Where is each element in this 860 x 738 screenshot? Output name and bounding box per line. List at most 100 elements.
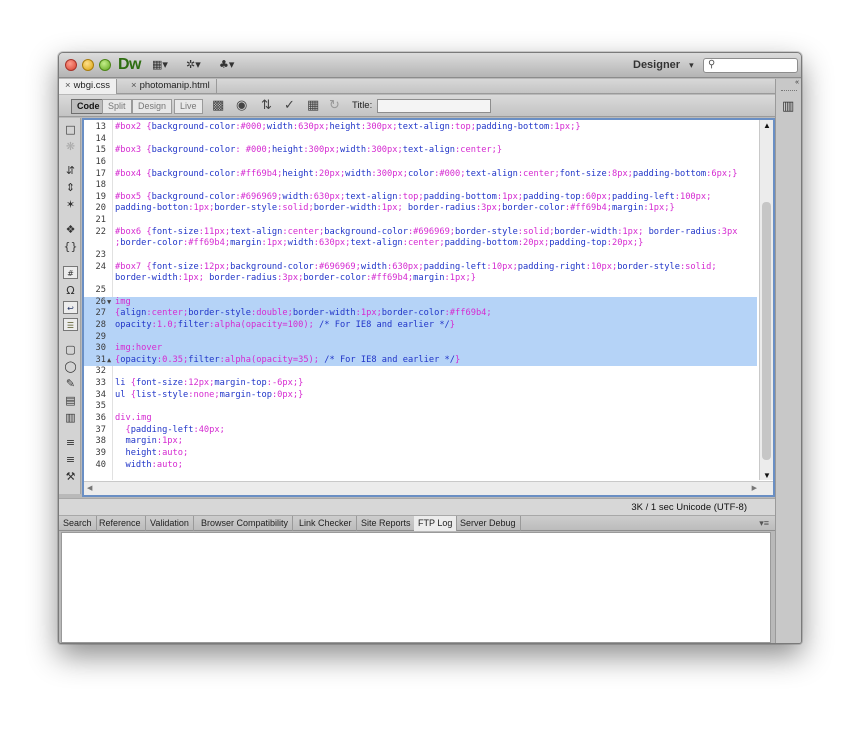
code-line[interactable]: 22 #box6 {font-size:11px;text-align:cente… — [84, 227, 757, 239]
tab-reference[interactable]: Reference — [95, 516, 146, 531]
design-view-button[interactable]: Design — [132, 99, 173, 114]
format-source-icon[interactable]: ⚒ — [63, 470, 78, 483]
code-line[interactable]: 30 img:hover — [84, 343, 757, 355]
open-documents-icon[interactable]: □ — [63, 123, 78, 136]
scroll-thumb[interactable] — [762, 202, 771, 460]
highlight-invalid-code-icon[interactable]: Ω — [63, 284, 78, 297]
code-line[interactable]: 26 ▼ img — [84, 296, 757, 309]
scroll-left-icon[interactable]: ◀ — [87, 484, 92, 492]
code-line[interactable]: 29 — [84, 331, 757, 344]
code-text: opacity:1.0;filter:alpha(opacity=100); /… — [115, 319, 456, 330]
code-line[interactable]: 35 — [84, 401, 757, 413]
split-view-button[interactable]: Split — [102, 99, 132, 114]
recent-snippets-icon[interactable]: ▤ — [63, 394, 78, 407]
scroll-right-icon[interactable]: ▶ — [752, 484, 757, 492]
close-tab-icon[interactable]: × — [65, 80, 71, 91]
syntax-coloring-icon[interactable]: ☰ — [63, 318, 78, 331]
insert-panel-icon[interactable]: ▥ — [782, 99, 794, 114]
tab-search[interactable]: Search — [59, 516, 97, 531]
code-line[interactable]: 39 height:auto; — [84, 448, 757, 460]
line-number: 20 — [95, 203, 106, 214]
show-code-navigator-icon[interactable]: ❋ — [63, 140, 78, 153]
apply-comment-icon[interactable]: ▢ — [63, 343, 78, 356]
code-line[interactable]: 23 — [84, 250, 757, 262]
check-browser-icon[interactable]: ✓ — [284, 98, 295, 113]
help-search-box[interactable]: ⚲ — [703, 58, 798, 73]
live-view-button[interactable]: Live — [174, 99, 203, 114]
title-input[interactable] — [377, 99, 491, 113]
tab-site-reports[interactable]: Site Reports — [357, 516, 416, 531]
code-line[interactable]: 28 opacity:1.0;filter:alpha(opacity=100);… — [84, 319, 757, 332]
code-line[interactable]: 20 padding-botton:1px;border-style:solid;… — [84, 203, 757, 215]
close-tab-icon[interactable]: × — [131, 80, 137, 91]
multiscreen-icon[interactable]: ▩ — [212, 98, 224, 113]
file-management-icon[interactable]: ⇅ — [261, 98, 272, 113]
code-line[interactable]: 15 #box3 {background-color: #000;height:3… — [84, 145, 757, 157]
collapse-selection-icon[interactable]: ⇕ — [63, 181, 78, 194]
code-line[interactable]: 36 div.img — [84, 413, 757, 425]
refresh-icon[interactable]: ↻ — [329, 98, 340, 113]
minimize-window-button[interactable] — [82, 59, 94, 71]
code-line[interactable]: 19 #box5 {background-color:#696969;width:… — [84, 192, 757, 204]
code-line[interactable]: 40 width:auto; — [84, 460, 757, 472]
zoom-window-button[interactable] — [99, 59, 111, 71]
balance-braces-icon[interactable]: {} — [63, 240, 78, 253]
vertical-scrollbar[interactable]: ▲ ▼ — [759, 120, 773, 480]
collapse-full-tag-icon[interactable]: ⇵ — [63, 164, 78, 177]
line-number: 25 — [95, 284, 106, 295]
tab-wbgi-css[interactable]: × wbgi.css — [59, 79, 117, 94]
scroll-down-icon[interactable]: ▼ — [762, 471, 772, 480]
code-fold-icon[interactable]: ▼ — [107, 297, 111, 309]
code-editor[interactable]: 13 #box2 {background-color:#000;width:630… — [82, 118, 775, 497]
tab-link-checker[interactable]: Link Checker — [295, 516, 357, 531]
code-line[interactable]: 38 margin:1px; — [84, 436, 757, 448]
code-line[interactable]: ;border-color:#ff69b4;margin:1px;width:6… — [84, 238, 757, 250]
workspace-switcher[interactable]: Designer ▾ — [633, 59, 694, 71]
code-line[interactable]: border-width:1px; border-radius:3px;bord… — [84, 273, 757, 285]
extensions-menu-icon[interactable]: ✲▾ — [186, 58, 201, 71]
code-line[interactable]: 25 — [84, 285, 757, 297]
code-fold-icon[interactable]: ▲ — [107, 355, 111, 367]
move-css-icon[interactable]: ▥ — [63, 411, 78, 424]
tab-ftp-log[interactable]: FTP Log — [414, 516, 458, 531]
code-line[interactable]: 27 {align:center;border-style:double;bord… — [84, 308, 757, 320]
code-line[interactable]: 34 ul {list-style:none;margin-top:0px;} — [84, 390, 757, 402]
code-line[interactable]: 17 #box4 {background-color:#ff69b4;height… — [84, 169, 757, 181]
help-search-input[interactable] — [720, 60, 794, 72]
code-line[interactable]: 33 li {font-size:12px;margin-top:-6px;} — [84, 378, 757, 390]
tab-validation[interactable]: Validation — [146, 516, 194, 531]
code-line[interactable]: 31 ▲ {opacity:0.35;filter:alpha(opacity=35… — [84, 354, 757, 367]
indent-code-icon[interactable]: ≡ — [63, 436, 78, 449]
dock-grip[interactable] — [781, 90, 797, 92]
panel-options-icon[interactable]: ▾≡ — [759, 518, 769, 529]
select-parent-tag-icon[interactable]: ❖ — [63, 223, 78, 236]
close-window-button[interactable] — [65, 59, 77, 71]
code-line[interactable]: 37 {padding-left:40px; — [84, 425, 757, 437]
code-line[interactable]: 24 #box7 {font-size:12px;background-color… — [84, 262, 757, 274]
preview-browser-icon[interactable]: ◉ — [236, 98, 247, 113]
scroll-up-icon[interactable]: ▲ — [762, 121, 772, 130]
code-line[interactable]: 13 #box2 {background-color:#000;width:630… — [84, 122, 757, 134]
outdent-code-icon[interactable]: ≡ — [63, 453, 78, 466]
code-line[interactable]: 32 — [84, 366, 757, 378]
wrap-tag-icon[interactable]: ✎ — [63, 377, 78, 390]
code-lines[interactable]: 13 #box2 {background-color:#000;width:630… — [84, 122, 757, 480]
code-line[interactable]: 21 — [84, 215, 757, 227]
code-line[interactable]: 14 — [84, 134, 757, 146]
site-menu-icon[interactable]: ♣▾ — [219, 58, 234, 71]
line-number: 21 — [95, 215, 106, 226]
word-wrap-icon[interactable]: ↩ — [63, 301, 78, 314]
horizontal-scrollbar[interactable]: ◀ ▶ — [84, 481, 773, 495]
tab-browser-compatibility[interactable]: Browser Compatibility — [197, 516, 294, 531]
code-line[interactable]: 18 — [84, 180, 757, 192]
code-line[interactable]: 16 — [84, 157, 757, 169]
expand-all-icon[interactable]: ✶ — [63, 198, 78, 211]
line-numbers-icon[interactable]: # — [63, 266, 78, 279]
layout-menu-icon[interactable]: ▦▾ — [152, 58, 168, 71]
visual-aids-icon[interactable]: ▦ — [307, 98, 319, 113]
tab-server-debug[interactable]: Server Debug — [456, 516, 521, 531]
code-view-button[interactable]: Code — [71, 99, 106, 114]
expand-panels-icon[interactable]: « — [795, 79, 799, 86]
tab-photomanip-html[interactable]: × photomanip.html — [125, 79, 217, 94]
remove-comment-icon[interactable]: ◯ — [63, 360, 78, 373]
